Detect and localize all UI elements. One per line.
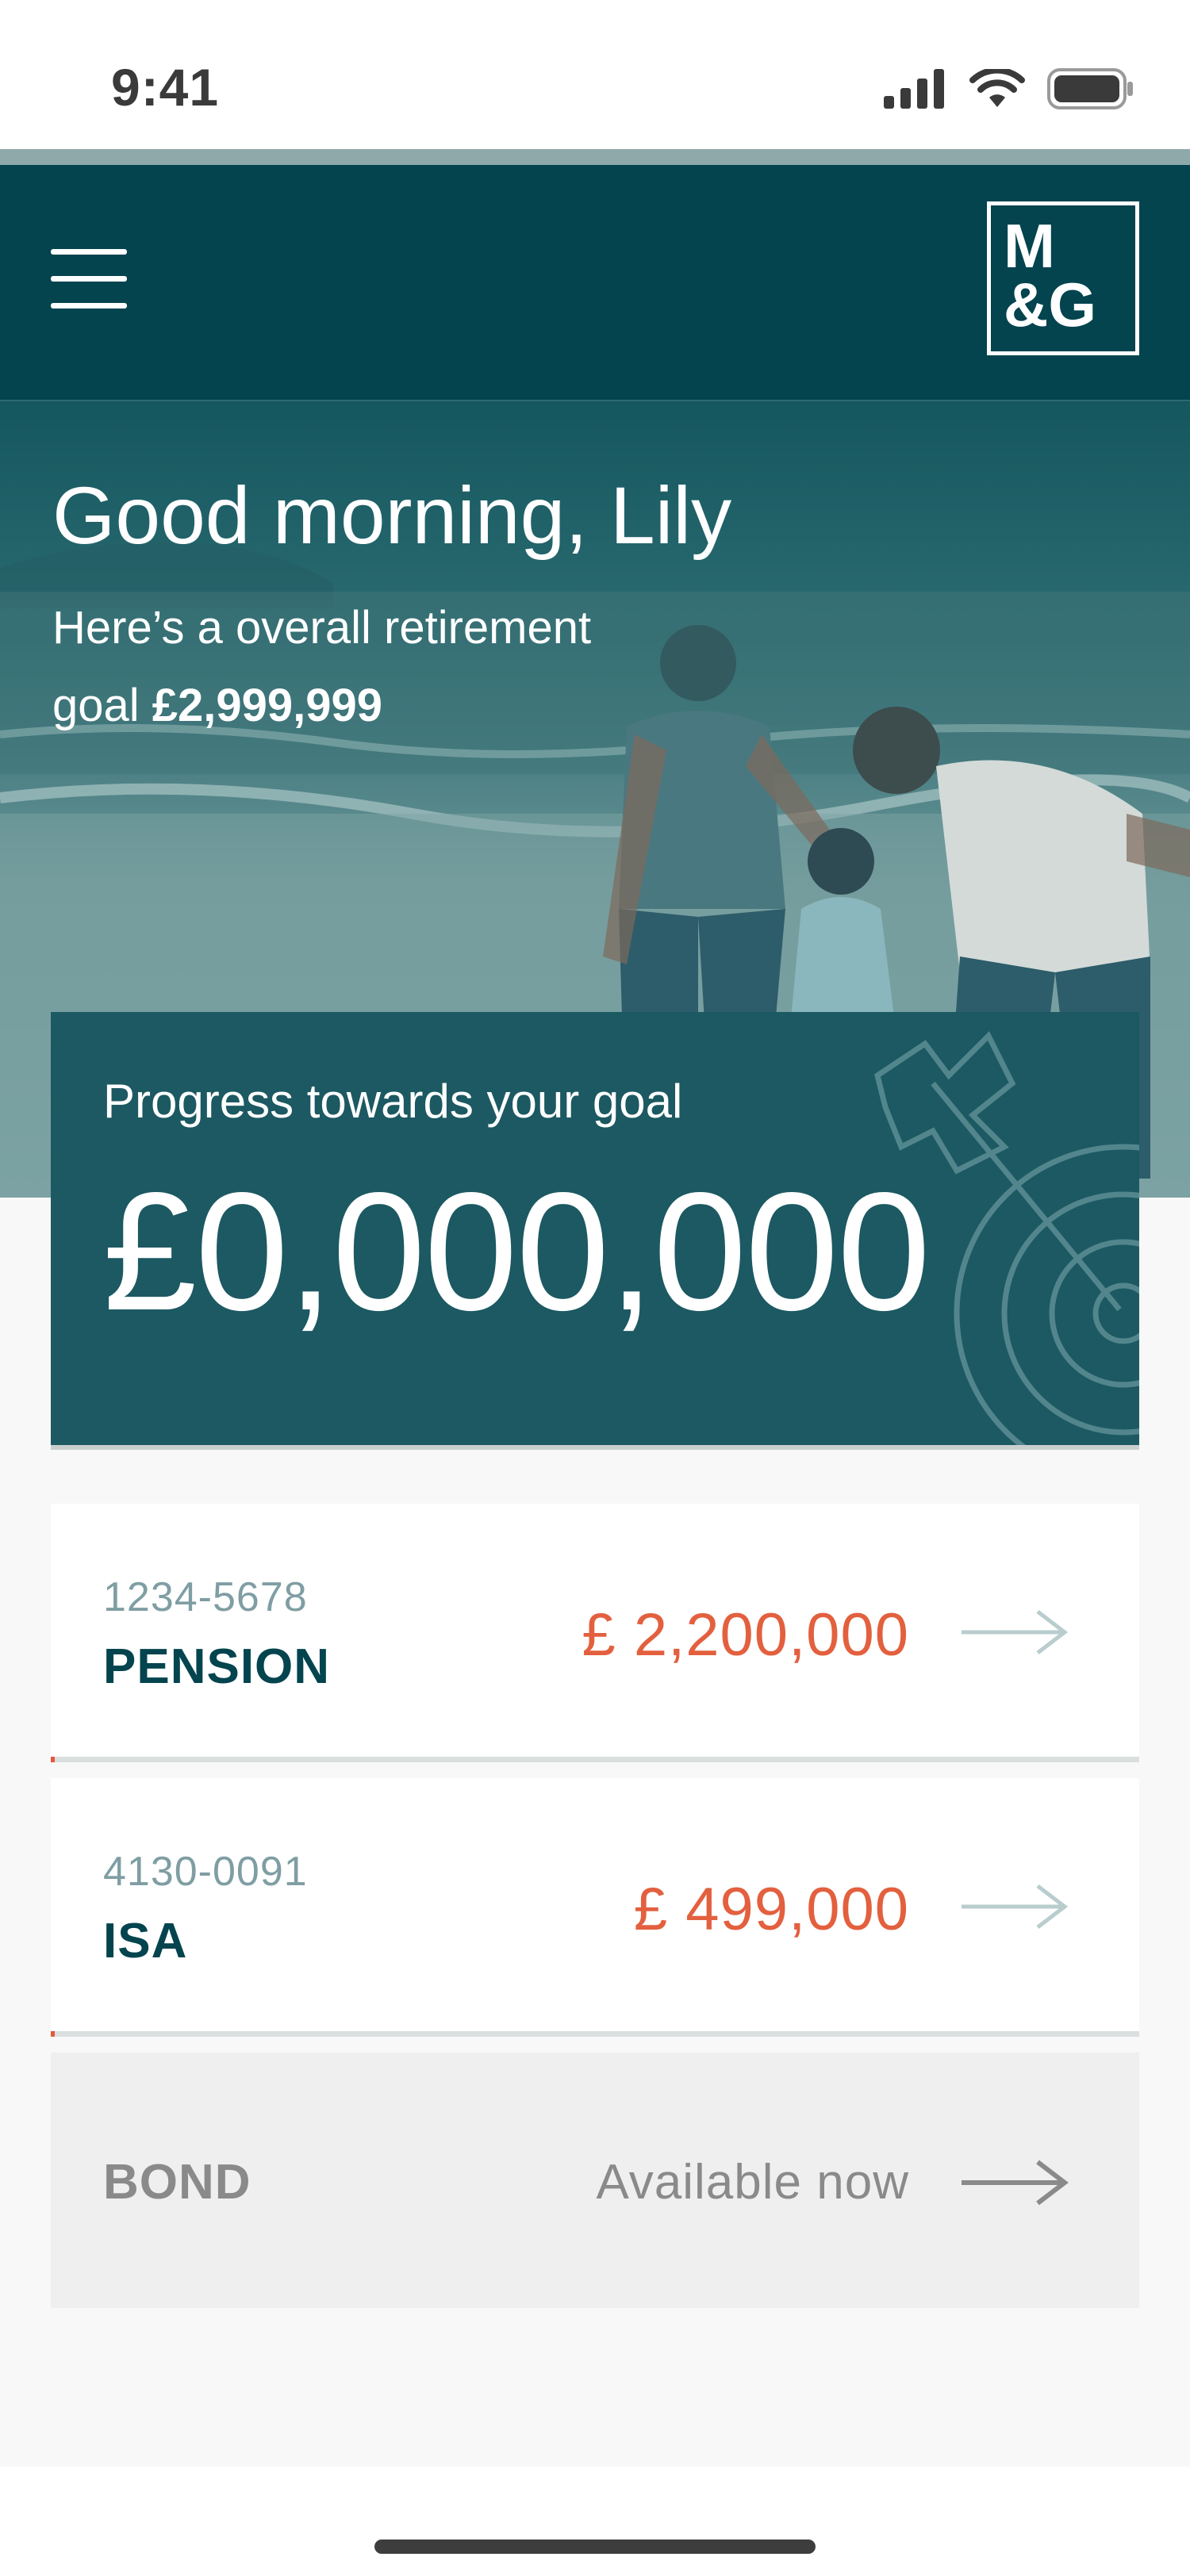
account-row-bond[interactable]: BOND Available now xyxy=(51,2053,1139,2308)
account-value: £ 2,200,000 xyxy=(582,1601,909,1669)
header-top-strip xyxy=(0,149,1190,165)
card-accent xyxy=(51,1445,56,1450)
cellular-signal-icon xyxy=(884,69,944,109)
progress-value: £0,000,000 xyxy=(103,1157,931,1345)
progress-card: Progress towards your goal £0,000,000 xyxy=(51,1012,1139,1450)
app-header: M &G xyxy=(0,165,1190,401)
goal-word: goal xyxy=(52,680,140,731)
status-time: 9:41 xyxy=(111,58,220,117)
bottom-bar xyxy=(0,2467,1190,2576)
row-accent xyxy=(51,2031,55,2037)
greeting-heading: Good morning, Lily xyxy=(52,470,732,561)
logo-text: M &G xyxy=(1004,211,1096,339)
goal-line: goal £2,999,999 xyxy=(52,679,382,732)
account-type: ISA xyxy=(103,1914,188,1968)
arrow-right-icon[interactable] xyxy=(962,1883,1069,1930)
account-row-pension[interactable]: 1234-5678 PENSION £ 2,200,000 xyxy=(51,1504,1139,1762)
goal-amount: £2,999,999 xyxy=(152,680,383,731)
bond-label: BOND xyxy=(103,2155,251,2210)
account-number: 4130-0091 xyxy=(103,1849,308,1895)
bond-status: Available now xyxy=(596,2155,909,2210)
arrow-right-icon[interactable] xyxy=(962,1608,1069,1656)
mg-logo[interactable]: M &G xyxy=(987,201,1139,355)
status-bar: 9:41 xyxy=(0,0,1190,149)
account-value: £ 499,000 xyxy=(633,1876,909,1943)
status-icons xyxy=(884,68,1134,109)
account-row-isa[interactable]: 4130-0091 ISA £ 499,000 xyxy=(51,1778,1139,2037)
row-accent xyxy=(51,1757,55,1762)
account-number: 1234-5678 xyxy=(103,1574,308,1620)
account-type: PENSION xyxy=(103,1639,331,1694)
goal-intro-text: Here’s a overall retirement xyxy=(52,602,592,654)
hamburger-menu-icon[interactable] xyxy=(51,249,127,309)
home-indicator[interactable] xyxy=(374,2540,816,2554)
arrow-right-icon[interactable] xyxy=(962,2159,1069,2206)
battery-icon xyxy=(1047,68,1133,109)
progress-label: Progress towards your goal xyxy=(103,1075,683,1128)
wifi-icon xyxy=(969,69,1025,107)
